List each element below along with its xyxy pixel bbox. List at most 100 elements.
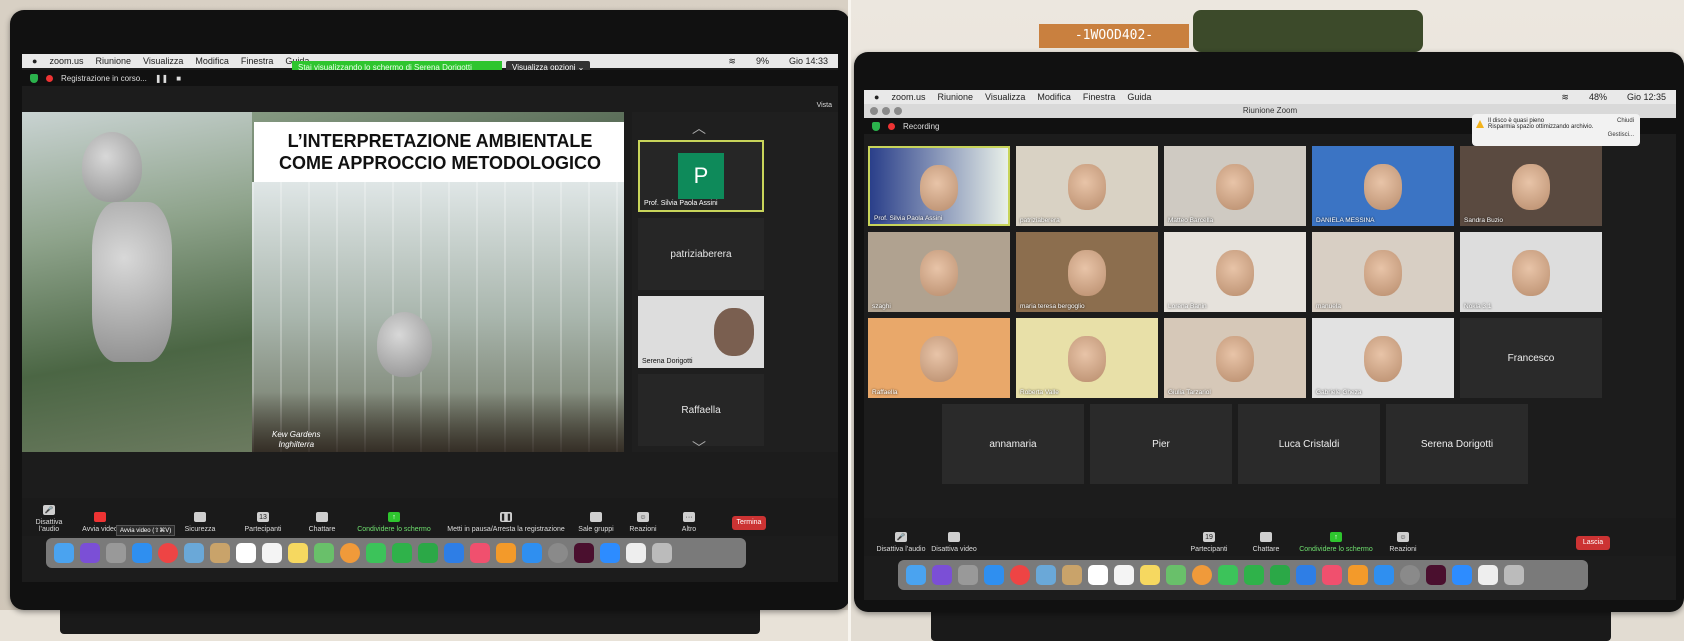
- music-icon[interactable]: [470, 543, 490, 563]
- notes-icon[interactable]: [288, 543, 308, 563]
- chat-button[interactable]: Chattare: [304, 512, 340, 533]
- preview-icon[interactable]: [184, 543, 204, 563]
- leave-meeting-button[interactable]: Lascia: [1576, 536, 1610, 550]
- maps-icon[interactable]: [1166, 565, 1186, 585]
- settings-icon[interactable]: [548, 543, 568, 563]
- chrome-icon[interactable]: [158, 543, 178, 563]
- messages-icon[interactable]: [366, 543, 386, 563]
- appstore-icon[interactable]: [522, 543, 542, 563]
- participant-tile[interactable]: Matteo Barcella: [1164, 146, 1306, 226]
- chevron-down-icon[interactable]: ﹀: [692, 438, 706, 458]
- sidebar-tile-patriziaberera[interactable]: patriziaberera: [638, 218, 764, 290]
- stop-video-button[interactable]: Disattiva video: [930, 532, 978, 553]
- menu-visualizza[interactable]: Visualizza: [985, 92, 1025, 102]
- participant-tile[interactable]: Nokia 3.1: [1460, 232, 1602, 312]
- facetime-icon[interactable]: [392, 543, 412, 563]
- menubar-clock[interactable]: Gio 12:35: [1627, 92, 1666, 102]
- menu-modifica[interactable]: Modifica: [195, 56, 229, 66]
- safari-icon[interactable]: [132, 543, 152, 563]
- mute-button[interactable]: 🎤 Disattiva l’audio: [26, 505, 72, 533]
- facetime-icon[interactable]: [1244, 565, 1264, 585]
- books-icon[interactable]: [1348, 565, 1368, 585]
- participant-tile[interactable]: patriziaberera: [1016, 146, 1158, 226]
- record-control-button[interactable]: ❚❚ Metti in pausa/Arresta la registrazion…: [446, 512, 566, 533]
- participant-tile[interactable]: Luca Cristaldi: [1238, 404, 1380, 484]
- wifi-icon[interactable]: ≋: [728, 56, 736, 67]
- trash-icon[interactable]: [652, 543, 672, 563]
- contacts-icon[interactable]: [210, 543, 230, 563]
- numbers-icon[interactable]: [1270, 565, 1290, 585]
- chrome-icon[interactable]: [1010, 565, 1030, 585]
- close-notification-button[interactable]: Chiudi: [1617, 118, 1634, 124]
- participant-tile[interactable]: maria teresa bergoglio: [1016, 232, 1158, 312]
- messages-icon[interactable]: [1218, 565, 1238, 585]
- menu-visualizza[interactable]: Visualizza: [143, 56, 183, 66]
- indesign-icon[interactable]: [574, 543, 594, 563]
- calendar-icon[interactable]: [1088, 565, 1108, 585]
- chat-button[interactable]: Chattare: [1248, 532, 1284, 553]
- siri-icon[interactable]: [80, 543, 100, 563]
- launchpad-icon[interactable]: [106, 543, 126, 563]
- photos-icon[interactable]: [1192, 565, 1212, 585]
- zoom-icon[interactable]: [600, 543, 620, 563]
- reactions-button[interactable]: ☺ Reazioni: [626, 512, 660, 533]
- participant-tile[interactable]: szaghi: [868, 232, 1010, 312]
- battery-percent[interactable]: 9%: [756, 56, 769, 66]
- menu-app[interactable]: zoom.us: [891, 92, 925, 102]
- zoom-icon[interactable]: [1452, 565, 1472, 585]
- keynote-icon[interactable]: [444, 543, 464, 563]
- close-icon[interactable]: [870, 107, 878, 115]
- reminders-icon[interactable]: [1114, 565, 1134, 585]
- more-button[interactable]: ··· Altro: [674, 512, 704, 533]
- finder-icon[interactable]: [54, 543, 74, 563]
- preview-icon[interactable]: [1036, 565, 1056, 585]
- participant-tile[interactable]: Francesco: [1460, 318, 1602, 398]
- trash-icon[interactable]: [1504, 565, 1524, 585]
- indesign-icon[interactable]: [1426, 565, 1446, 585]
- siri-icon[interactable]: [932, 565, 952, 585]
- document-icon[interactable]: [626, 543, 646, 563]
- chevron-up-icon[interactable]: ︿: [692, 118, 706, 138]
- participant-tile[interactable]: Pier: [1090, 404, 1232, 484]
- menu-modifica[interactable]: Modifica: [1037, 92, 1071, 102]
- participant-tile[interactable]: Prof. Silvia Paola Assini: [868, 146, 1010, 226]
- maps-icon[interactable]: [314, 543, 334, 563]
- menu-riunione[interactable]: Riunione: [937, 92, 973, 102]
- photos-icon[interactable]: [340, 543, 360, 563]
- menu-finestra[interactable]: Finestra: [1083, 92, 1116, 102]
- notes-icon[interactable]: [1140, 565, 1160, 585]
- finder-icon[interactable]: [906, 565, 926, 585]
- sidebar-tile-assini[interactable]: P Prof. Silvia Paola Assini: [638, 140, 764, 212]
- menu-guida[interactable]: Guida: [1127, 92, 1151, 102]
- participant-tile[interactable]: Lorena Banin: [1164, 232, 1306, 312]
- music-icon[interactable]: [1322, 565, 1342, 585]
- participant-tile[interactable]: Raffaella: [868, 318, 1010, 398]
- document-icon[interactable]: [1478, 565, 1498, 585]
- calendar-icon[interactable]: [236, 543, 256, 563]
- contacts-icon[interactable]: [1062, 565, 1082, 585]
- launchpad-icon[interactable]: [958, 565, 978, 585]
- battery-percent[interactable]: 48%: [1589, 92, 1607, 102]
- menu-riunione[interactable]: Riunione: [95, 56, 131, 66]
- sidebar-tile-raffaella[interactable]: Raffaella: [638, 374, 764, 446]
- view-button[interactable]: Vista: [817, 102, 832, 109]
- reactions-button[interactable]: ☺ Reazioni: [1386, 532, 1420, 553]
- security-button[interactable]: Sicurezza: [180, 512, 220, 533]
- menu-app[interactable]: zoom.us: [49, 56, 83, 66]
- mute-button[interactable]: 🎤 Disattiva l’audio: [876, 532, 926, 553]
- apple-icon[interactable]: ●: [32, 56, 37, 66]
- participant-tile[interactable]: annamaria: [942, 404, 1084, 484]
- participants-button[interactable]: 19 Partecipanti: [1184, 532, 1234, 553]
- manage-button[interactable]: Gestisci...: [1608, 132, 1634, 138]
- end-meeting-button[interactable]: Termina: [732, 516, 766, 530]
- menu-finestra[interactable]: Finestra: [241, 56, 274, 66]
- participant-tile[interactable]: DANIELA MESSINA: [1312, 146, 1454, 226]
- reminders-icon[interactable]: [262, 543, 282, 563]
- breakout-rooms-button[interactable]: Sale gruppi: [576, 512, 616, 533]
- stop-icon[interactable]: ■: [176, 74, 181, 83]
- sidebar-tile-dorigotti[interactable]: Serena Dorigotti: [638, 296, 764, 368]
- minimize-icon[interactable]: [882, 107, 890, 115]
- keynote-icon[interactable]: [1296, 565, 1316, 585]
- settings-icon[interactable]: [1400, 565, 1420, 585]
- participants-button[interactable]: 13 Partecipanti: [238, 512, 288, 533]
